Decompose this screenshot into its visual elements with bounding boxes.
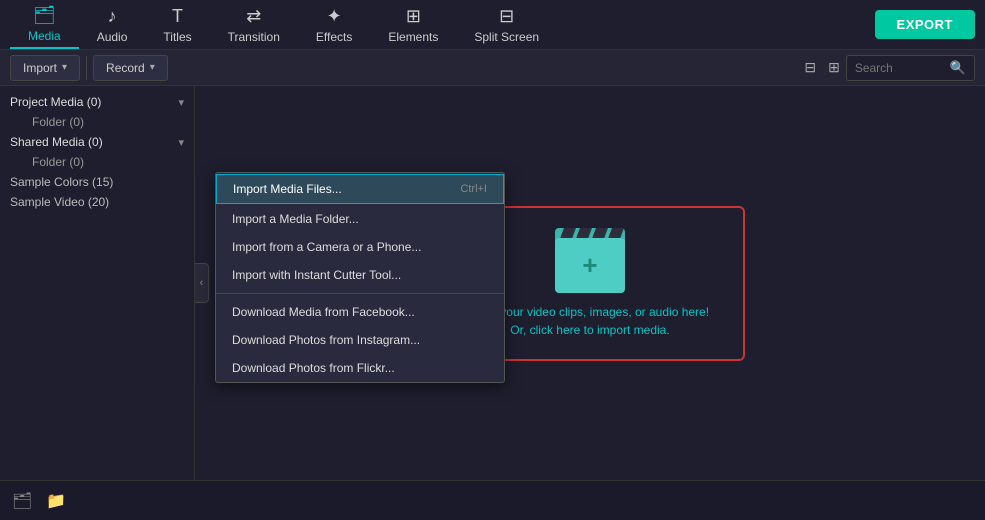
bottom-bar: 🗂 📁 bbox=[0, 480, 985, 520]
sidebar-item-shared-media[interactable]: Shared Media (0) ▾ bbox=[0, 132, 194, 152]
sidebar-item-project-folder[interactable]: Folder (0) bbox=[0, 112, 194, 132]
import-button[interactable]: Import ▾ bbox=[10, 55, 80, 81]
sidebar-project-media-label: Project Media (0) bbox=[10, 95, 101, 109]
search-icon: 🔍 bbox=[950, 60, 966, 76]
import-files-shortcut: Ctrl+I bbox=[460, 183, 487, 195]
download-facebook-label: Download Media from Facebook... bbox=[232, 305, 415, 319]
record-label: Record bbox=[106, 61, 145, 75]
dropdown-import-camera[interactable]: Import from a Camera or a Phone... bbox=[216, 233, 504, 261]
shared-media-chevron-icon: ▾ bbox=[178, 136, 184, 149]
filter-icon[interactable]: ⊟ bbox=[798, 57, 822, 78]
drop-zone-text: Drop your video clips, images, or audio … bbox=[471, 303, 709, 339]
top-nav: 🗂 Media ♪ Audio T Titles ⇄ Transition ✦ … bbox=[0, 0, 985, 50]
sidebar-item-sample-colors[interactable]: Sample Colors (15) bbox=[0, 172, 194, 192]
sidebar-collapse-arrow[interactable]: ‹ bbox=[195, 263, 209, 303]
add-folder-icon[interactable]: 🗂 bbox=[12, 491, 32, 511]
nav-titles-label: Titles bbox=[163, 30, 191, 44]
search-box[interactable]: 🔍 bbox=[846, 55, 975, 81]
dropdown-import-folder[interactable]: Import a Media Folder... bbox=[216, 205, 504, 233]
nav-elements[interactable]: ⊞ Elements bbox=[370, 2, 456, 48]
download-instagram-label: Download Photos from Instagram... bbox=[232, 333, 420, 347]
download-flickr-label: Download Photos from Flickr... bbox=[232, 361, 395, 375]
clap-body: + bbox=[555, 238, 625, 293]
record-button[interactable]: Record ▾ bbox=[93, 55, 168, 81]
record-arrow-icon: ▾ bbox=[150, 62, 155, 73]
import-arrow-icon: ▾ bbox=[62, 62, 67, 73]
nav-splitscreen[interactable]: ⊟ Split Screen bbox=[456, 2, 557, 48]
toolbar-separator-1 bbox=[86, 56, 87, 80]
shared-folder-label: Folder (0) bbox=[10, 155, 84, 169]
import-files-label: Import Media Files... bbox=[233, 182, 342, 196]
nav-media[interactable]: 🗂 Media bbox=[10, 1, 79, 49]
elements-icon: ⊞ bbox=[406, 6, 421, 27]
media-icon: 🗂 bbox=[33, 5, 56, 26]
nav-splitscreen-label: Split Screen bbox=[474, 30, 539, 44]
dropdown-divider bbox=[216, 293, 504, 294]
nav-titles[interactable]: T Titles bbox=[145, 2, 209, 48]
effects-icon: ✦ bbox=[327, 6, 342, 27]
nav-effects-label: Effects bbox=[316, 30, 352, 44]
clap-plus-icon: + bbox=[582, 252, 597, 278]
sidebar-item-sample-video[interactable]: Sample Video (20) bbox=[0, 192, 194, 212]
toolbar: Import ▾ Record ▾ ⊟ ⊞ 🔍 bbox=[0, 50, 985, 86]
nav-transition[interactable]: ⇄ Transition bbox=[210, 2, 298, 48]
nav-audio[interactable]: ♪ Audio bbox=[79, 2, 146, 48]
transition-icon: ⇄ bbox=[246, 6, 261, 27]
nav-effects[interactable]: ✦ Effects bbox=[298, 2, 370, 48]
drop-text-line2: Or, click here to import media. bbox=[471, 321, 709, 339]
grid-icon[interactable]: ⊞ bbox=[822, 57, 846, 78]
dropdown-import-files[interactable]: Import Media Files... Ctrl+I bbox=[216, 174, 504, 204]
sidebar: Project Media (0) ▾ Folder (0) Shared Me… bbox=[0, 86, 195, 480]
sample-video-label: Sample Video (20) bbox=[10, 195, 109, 209]
dropdown-download-instagram[interactable]: Download Photos from Instagram... bbox=[216, 326, 504, 354]
dropdown-download-flickr[interactable]: Download Photos from Flickr... bbox=[216, 354, 504, 382]
nav-audio-label: Audio bbox=[97, 30, 128, 44]
export-button[interactable]: EXPORT bbox=[875, 10, 975, 39]
titles-icon: T bbox=[172, 6, 183, 27]
nav-media-label: Media bbox=[28, 29, 61, 43]
splitscreen-icon: ⊟ bbox=[499, 6, 514, 27]
import-dropdown: Import Media Files... Ctrl+I Import a Me… bbox=[215, 172, 505, 383]
import-folder-label: Import a Media Folder... bbox=[232, 212, 359, 226]
sample-colors-label: Sample Colors (15) bbox=[10, 175, 113, 189]
project-folder-label: Folder (0) bbox=[10, 115, 84, 129]
import-cutter-label: Import with Instant Cutter Tool... bbox=[232, 268, 401, 282]
drop-text-line1: Drop your video clips, images, or audio … bbox=[471, 303, 709, 321]
sidebar-shared-media-label: Shared Media (0) bbox=[10, 135, 103, 149]
clapperboard-icon: + bbox=[555, 228, 625, 293]
search-input[interactable] bbox=[855, 61, 945, 75]
import-camera-label: Import from a Camera or a Phone... bbox=[232, 240, 421, 254]
audio-icon: ♪ bbox=[108, 6, 117, 27]
nav-elements-label: Elements bbox=[388, 30, 438, 44]
sidebar-item-shared-folder[interactable]: Folder (0) bbox=[0, 152, 194, 172]
sidebar-item-project-media[interactable]: Project Media (0) ▾ bbox=[0, 92, 194, 112]
project-media-chevron-icon: ▾ bbox=[178, 96, 184, 109]
new-folder-icon[interactable]: 📁 bbox=[46, 491, 66, 511]
import-label: Import bbox=[23, 61, 57, 75]
dropdown-download-facebook[interactable]: Download Media from Facebook... bbox=[216, 298, 504, 326]
dropdown-import-cutter[interactable]: Import with Instant Cutter Tool... bbox=[216, 261, 504, 289]
nav-transition-label: Transition bbox=[228, 30, 280, 44]
